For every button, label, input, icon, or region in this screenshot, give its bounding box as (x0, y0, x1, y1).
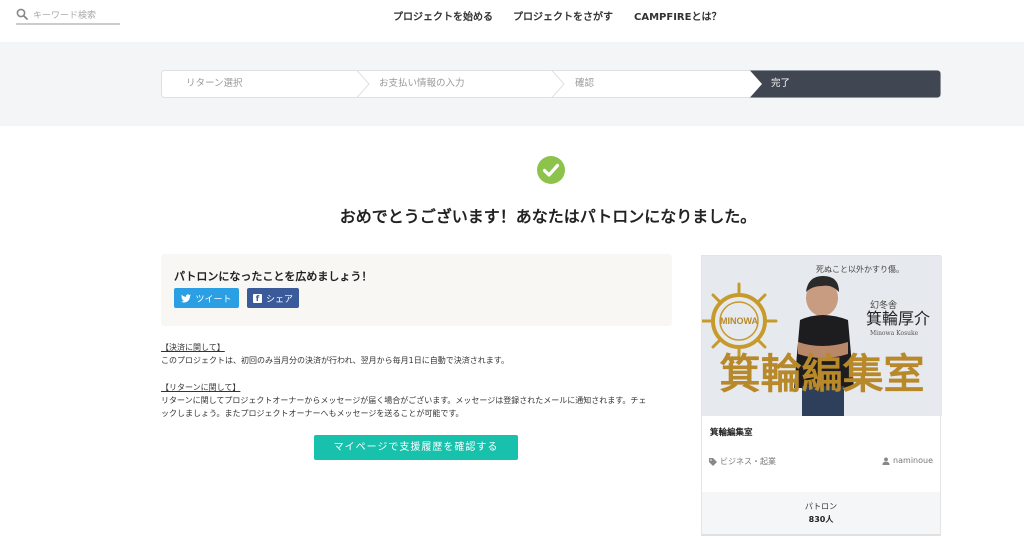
project-image-art: MINOWA 死ぬこと以外かすり傷。 幻冬舎 箕輪厚介 Minowa Kosuk… (702, 256, 942, 416)
image-banner-text: 箕輪編集室 (720, 350, 925, 398)
congrats-heading: おめでとうございます！あなたはパトロンになりました。 (339, 207, 757, 226)
progress-band: リターン選択 お支払い情報の入力 確認 完了 (0, 42, 1024, 126)
payment-info: 【決済に関して】 このプロジェクトは、初回のみ当月分の決済が行われ、翌月から毎月… (161, 341, 681, 367)
mypage-history-button[interactable]: マイページで支援履歴を確認する (314, 435, 518, 460)
tweet-label: ツイート (195, 294, 232, 305)
project-category[interactable]: ビジネス・起業 (709, 456, 776, 467)
patron-stats: パトロン 830人 (702, 492, 940, 534)
nav-find-project[interactable]: プロジェクトをさがす (513, 8, 613, 23)
step-return-select: リターン選択 (186, 78, 243, 89)
nav-about-campfire[interactable]: CAMPFIREとは？ (634, 8, 721, 23)
image-name: 箕輪厚介 (866, 309, 930, 328)
tweet-button[interactable]: ツイート (174, 288, 239, 308)
user-icon (882, 456, 890, 465)
share-title: パトロンになったことを広めましょう！ (174, 270, 373, 283)
facebook-share-label: シェア (265, 294, 293, 305)
project-card[interactable]: MINOWA 死ぬこと以外かすり傷。 幻冬舎 箕輪厚介 Minowa Kosuk… (701, 255, 942, 536)
checkout-steps: リターン選択 お支払い情報の入力 確認 完了 (161, 70, 941, 98)
tag-icon (709, 457, 717, 466)
image-logo-text: MINOWA (720, 316, 758, 326)
patron-label: パトロン (804, 502, 838, 511)
project-owner[interactable]: naminoue (882, 456, 933, 465)
patron-count: 830人 (808, 515, 834, 524)
main-nav: プロジェクトを始める プロジェクトをさがす CAMPFIREとは？ (0, 8, 1024, 23)
return-body-line1: リターンに関してプロジェクトオーナーからメッセージが届く場合がございます。メッセ… (161, 396, 647, 405)
return-heading: 【リターンに関して】 (161, 383, 241, 392)
facebook-icon: f (252, 293, 262, 303)
twitter-icon (181, 293, 192, 302)
share-box: パトロンになったことを広めましょう！ ツイート f シェア (161, 254, 672, 326)
project-title[interactable]: 箕輪編集室 (710, 426, 753, 438)
facebook-share-button[interactable]: f シェア (247, 288, 299, 308)
site-header: キーワード検索 プロジェクトを始める プロジェクトをさがす CAMPFIREとは… (0, 0, 1024, 42)
steps-frame (161, 70, 941, 98)
step-complete: 完了 (771, 78, 791, 89)
payment-body: このプロジェクトは、初回のみ当月分の決済が行われ、翌月から毎月1日に自動で決済さ… (161, 356, 509, 365)
step-confirm: 確認 (575, 78, 595, 89)
check-circle-icon (537, 156, 565, 184)
payment-heading: 【決済に関して】 (161, 343, 225, 352)
project-owner-name: naminoue (893, 456, 933, 465)
step-payment-info: お支払い情報の入力 (379, 78, 465, 89)
return-info: 【リターンに関して】 リターンに関してプロジェクトオーナーからメッセージが届く場… (161, 381, 681, 420)
project-category-label: ビジネス・起業 (720, 457, 776, 466)
image-name-roman: Minowa Kosuke (870, 330, 919, 337)
image-caption: 死ぬこと以外かすり傷。 (816, 264, 904, 274)
nav-start-project[interactable]: プロジェクトを始める (393, 8, 493, 23)
project-image[interactable]: MINOWA 死ぬこと以外かすり傷。 幻冬舎 箕輪厚介 Minowa Kosuk… (702, 256, 942, 416)
return-body-line2: ックしましょう。またプロジェクトオーナーへもメッセージを送ることが可能です。 (161, 409, 464, 418)
